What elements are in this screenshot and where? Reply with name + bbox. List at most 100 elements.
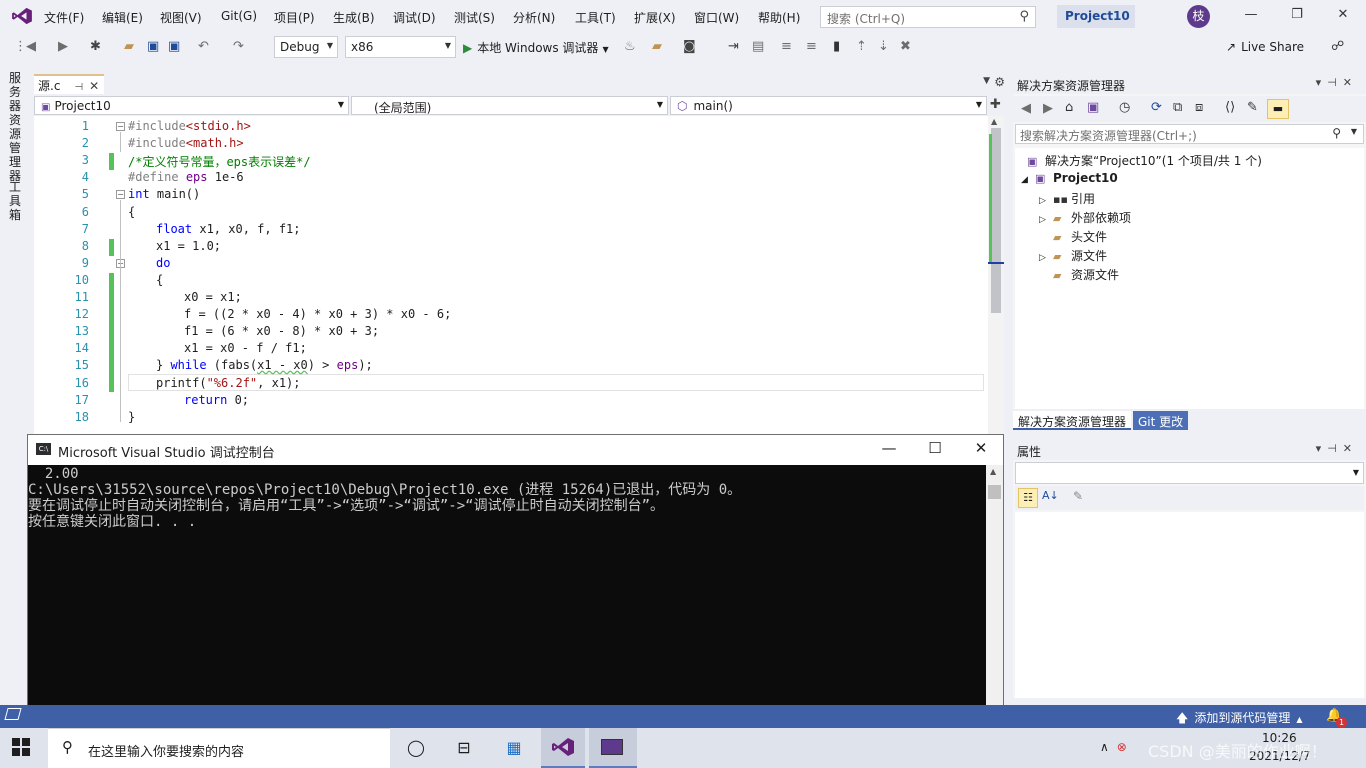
windows-start-icon[interactable]: [12, 738, 30, 756]
platform-dropdown[interactable]: x86 ▼: [345, 36, 456, 58]
close-icon[interactable]: ✕: [1333, 7, 1353, 22]
taskbar-visual-studio-button[interactable]: [541, 728, 585, 768]
store-icon[interactable]: ▦: [502, 736, 526, 760]
menu-git[interactable]: Git(G): [221, 9, 257, 23]
search-input[interactable]: 搜索 (Ctrl+Q) ⚲: [820, 6, 1036, 28]
start-debugging-button[interactable]: ▶ 本地 Windows 调试器 ▼: [463, 39, 609, 56]
tab-git-changes[interactable]: Git 更改: [1133, 411, 1189, 430]
tray-app-icon[interactable]: ⊗: [1117, 740, 1127, 754]
view-code-icon[interactable]: ⟨⟩: [1225, 100, 1235, 115]
fold-collapse-icon[interactable]: −: [116, 122, 125, 131]
tree-solution-node[interactable]: ▣ 解决方案“Project10”(1 个项目/共 1 个): [1027, 152, 1262, 169]
step-icon[interactable]: ⇥: [728, 39, 739, 54]
uncomment-icon[interactable]: ≡: [806, 39, 817, 54]
feedback-icon[interactable]: ☍: [1331, 39, 1344, 54]
collapse-all-icon[interactable]: ⧉: [1173, 100, 1182, 115]
console-close-icon[interactable]: ✕: [970, 439, 992, 457]
menu-view[interactable]: 视图(V): [160, 9, 202, 26]
show-all-files-icon[interactable]: ⧈: [1195, 100, 1203, 115]
tree-node-header-files[interactable]: ▰ 头文件: [1053, 228, 1107, 245]
collapsed-icon[interactable]: ▷: [1039, 253, 1053, 263]
avatar[interactable]: 枝: [1187, 5, 1210, 28]
scrollbar-thumb[interactable]: [988, 485, 1001, 499]
live-share-button[interactable]: ↗ Live Share: [1226, 40, 1304, 54]
save-icon[interactable]: ▣: [147, 39, 159, 54]
taskbar-console-button[interactable]: [589, 728, 637, 768]
toolbox-tab[interactable]: 工具箱: [9, 180, 23, 222]
redo-icon[interactable]: ↷: [233, 39, 244, 54]
expanded-icon[interactable]: ◢: [1021, 175, 1035, 185]
tab-solution-explorer[interactable]: 解决方案资源管理器: [1013, 411, 1132, 430]
restore-icon[interactable]: ❐: [1287, 7, 1307, 22]
tree-node-resource-files[interactable]: ▰ 资源文件: [1053, 266, 1119, 283]
console-scrollbar[interactable]: ▲: [986, 465, 1003, 727]
scroll-up-icon[interactable]: ▲: [990, 467, 996, 476]
menu-test[interactable]: 测试(S): [454, 9, 495, 26]
tree-project-node[interactable]: ◢ ▣ Project10: [1021, 171, 1118, 185]
console-minimize-icon[interactable]: —: [878, 439, 900, 457]
browse-folder-icon[interactable]: ▰: [652, 39, 662, 54]
nav-project-dropdown[interactable]: ▣ Project10 ▼: [34, 96, 349, 115]
menu-file[interactable]: 文件(F): [44, 9, 84, 26]
collapsed-icon[interactable]: ▷: [1039, 196, 1053, 206]
tab-source-file[interactable]: 源.c ⊣ ✕: [34, 74, 104, 94]
forward-icon[interactable]: ▶: [58, 39, 68, 54]
settings-icon[interactable]: ⚙: [994, 75, 1005, 89]
debug-console-window[interactable]: C:\ Microsoft Visual Studio 调试控制台 — ☐ ✕ …: [27, 434, 1004, 728]
menu-edit[interactable]: 编辑(E): [102, 9, 143, 26]
clear-bookmarks-icon[interactable]: ✖: [900, 39, 911, 54]
back-icon[interactable]: ◀: [26, 39, 36, 54]
fold-collapse-icon[interactable]: −: [116, 190, 125, 199]
split-icon[interactable]: ✚: [990, 97, 1001, 112]
breakpoint-window-icon[interactable]: ▤: [752, 39, 764, 54]
visual-studio-logo-icon[interactable]: [11, 7, 33, 25]
console-title-bar[interactable]: C:\ Microsoft Visual Studio 调试控制台 — ☐ ✕: [28, 435, 1003, 465]
menu-project[interactable]: 项目(P): [274, 9, 315, 26]
task-view-icon[interactable]: ◯: [404, 736, 428, 760]
forward-icon[interactable]: ▶: [1043, 101, 1053, 116]
tree-node-external-deps[interactable]: ▷ ▰ 外部依赖项: [1039, 209, 1131, 226]
sync-icon[interactable]: ⟳: [1151, 100, 1162, 115]
scrollbar-thumb[interactable]: [991, 128, 1001, 313]
chevron-down-icon[interactable]: ▼: [1351, 127, 1357, 136]
pending-changes-icon[interactable]: ◷: [1119, 100, 1130, 115]
nav-scope-dropdown[interactable]: (全局范围) ▼: [351, 96, 668, 115]
switch-view-icon[interactable]: ▣: [1087, 100, 1099, 115]
properties-object-dropdown[interactable]: ▼: [1015, 462, 1364, 484]
preview-selected-icon[interactable]: ▬: [1267, 99, 1289, 119]
tab-list-icon[interactable]: ▼: [983, 76, 990, 86]
console-output[interactable]: 2.00 C:\Users\31552\source\repos\Project1…: [28, 465, 986, 727]
categorized-icon[interactable]: ☷: [1018, 488, 1038, 508]
tray-expand-icon[interactable]: ∧: [1100, 740, 1109, 754]
menu-debug[interactable]: 调试(D): [393, 9, 436, 26]
menu-build[interactable]: 生成(B): [333, 9, 375, 26]
property-pages-icon[interactable]: ✎: [1073, 489, 1083, 503]
alphabetical-icon[interactable]: A↓: [1042, 489, 1059, 502]
menu-extensions[interactable]: 扩展(X): [634, 9, 676, 26]
editor-scrollbar[interactable]: ▲: [988, 116, 1004, 436]
back-icon[interactable]: ◀: [1021, 101, 1031, 116]
properties-icon[interactable]: ✎: [1247, 100, 1258, 115]
hot-reload-icon[interactable]: ♨: [624, 39, 636, 54]
panel-controls-icon[interactable]: ▾⊣✕: [1316, 442, 1358, 455]
menu-help[interactable]: 帮助(H): [758, 9, 800, 26]
undo-icon[interactable]: ↶: [198, 39, 209, 54]
server-explorer-tab[interactable]: 服务器资源管理器: [9, 71, 23, 183]
prev-bookmark-icon[interactable]: ⇡: [856, 39, 867, 54]
screenshot-icon[interactable]: ◙: [683, 39, 696, 54]
tree-node-source-files[interactable]: ▷ ▰ 源文件: [1039, 247, 1107, 264]
console-maximize-icon[interactable]: ☐: [924, 439, 946, 457]
config-dropdown[interactable]: Debug ▼: [274, 36, 338, 58]
collapsed-icon[interactable]: ▷: [1039, 215, 1053, 225]
tree-node-references[interactable]: ▷ ▪▪ 引用: [1039, 190, 1095, 207]
comment-icon[interactable]: ≡: [781, 39, 792, 54]
next-bookmark-icon[interactable]: ⇣: [878, 39, 889, 54]
scroll-up-icon[interactable]: ▲: [991, 117, 997, 126]
minimize-icon[interactable]: —: [1241, 7, 1261, 22]
bookmark-icon[interactable]: ▮: [833, 39, 840, 54]
save-all-icon[interactable]: ▣: [168, 39, 180, 54]
menu-analyze[interactable]: 分析(N): [513, 9, 555, 26]
nav-member-dropdown[interactable]: ⬡ main() ▼: [670, 96, 987, 115]
taskbar-search-box[interactable]: ⚲ 在这里输入你要搜索的内容: [48, 728, 390, 768]
new-project-icon[interactable]: ✱: [90, 39, 101, 54]
